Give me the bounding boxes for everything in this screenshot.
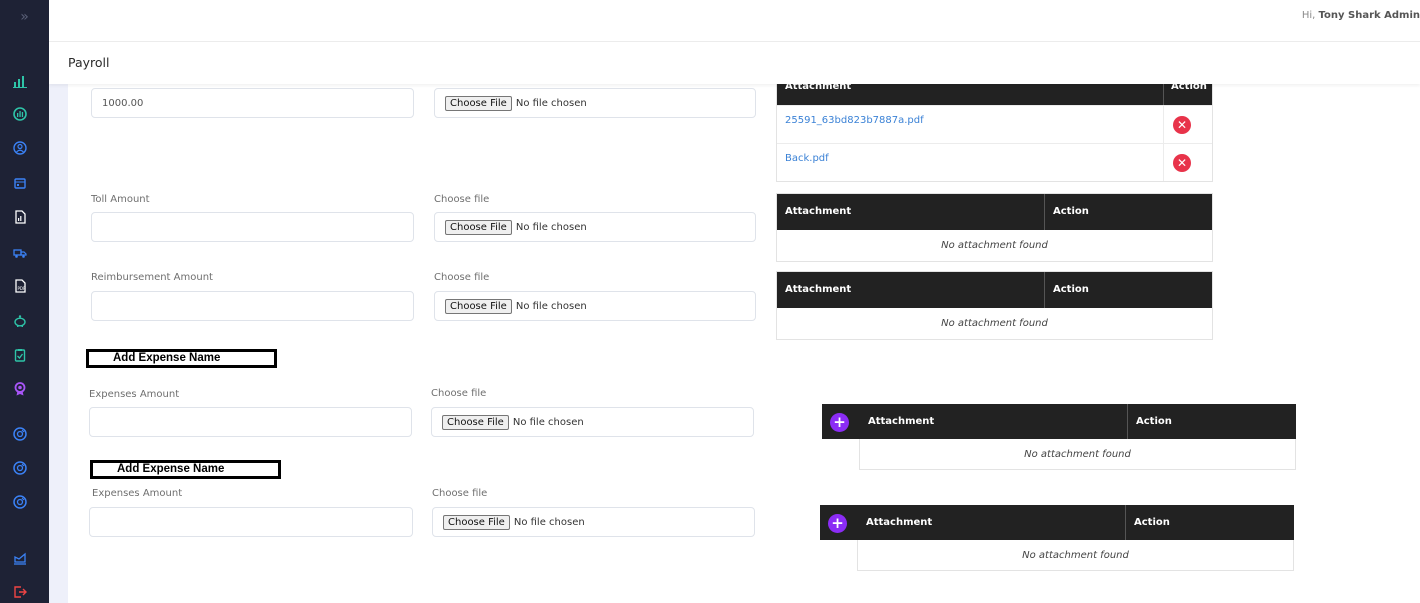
- no-file-text: No file chosen: [513, 516, 585, 528]
- choose-file-button[interactable]: Choose File: [442, 414, 509, 430]
- content-gutter: [49, 84, 68, 603]
- truck-icon[interactable]: [12, 244, 28, 260]
- expenses-amount-label: Expenses Amount: [89, 389, 180, 400]
- attachment-header: Attachment: [866, 517, 933, 528]
- reimbursement-amount-label: Reimbursement Amount: [91, 272, 213, 283]
- reimbursement-file-picker[interactable]: Choose File No file chosen: [434, 291, 756, 321]
- expenses-amount-input[interactable]: [89, 507, 413, 537]
- sidebar: » PDF: [0, 0, 49, 603]
- dashboard-gauge-icon[interactable]: [12, 106, 28, 122]
- calendar-icon[interactable]: [12, 175, 28, 191]
- clipboard-check-icon[interactable]: [12, 347, 28, 363]
- delete-icon[interactable]: ✕: [1173, 154, 1191, 172]
- expense-attachment-table: + Attachment Action No attachment found: [820, 505, 1294, 571]
- expense-file-picker[interactable]: Choose File No file chosen: [432, 507, 755, 537]
- choose-file-label: Choose file: [432, 488, 488, 499]
- no-file-text: No file chosen: [515, 221, 587, 233]
- empty-message: No attachment found: [941, 240, 1048, 251]
- add-attachment-button[interactable]: +: [830, 413, 849, 432]
- choose-file-button[interactable]: Choose File: [445, 95, 512, 111]
- bar-chart-icon[interactable]: [12, 73, 28, 89]
- analytics-icon[interactable]: [12, 550, 28, 566]
- choose-file-button[interactable]: Choose File: [445, 298, 512, 314]
- choose-file-button[interactable]: Choose File: [443, 514, 510, 530]
- table-header: Attachment Action: [777, 194, 1212, 230]
- add-expense-name-field[interactable]: Add Expense Name: [86, 349, 277, 368]
- attachment-table: Attachment Action No attachment found: [776, 193, 1213, 262]
- attachment-link[interactable]: Back.pdf: [785, 153, 829, 164]
- report-document-icon[interactable]: [12, 209, 28, 225]
- choose-file-label: Choose file: [431, 388, 487, 399]
- add-expense-name-field[interactable]: Add Expense Name: [90, 460, 281, 479]
- attachment-link[interactable]: 25591_63bd823b7887a.pdf: [785, 115, 924, 126]
- action-header: Action: [1136, 416, 1172, 427]
- choose-file-label: Choose file: [434, 272, 490, 283]
- top-bar: Hi, Tony Shark Admin: [49, 0, 1420, 42]
- svg-text:PDF: PDF: [18, 286, 26, 291]
- expenses-amount-label: Expenses Amount: [92, 488, 183, 499]
- table-row: Back.pdf ✕: [777, 143, 1212, 181]
- expenses-amount-input[interactable]: [89, 407, 412, 437]
- empty-message: No attachment found: [859, 439, 1296, 470]
- greeting-prefix: Hi,: [1301, 10, 1316, 21]
- user-name: Tony Shark Admin: [1318, 10, 1420, 21]
- no-file-text: No file chosen: [512, 416, 584, 428]
- choose-file-button[interactable]: Choose File: [445, 219, 512, 235]
- disc-icon-2[interactable]: [12, 460, 28, 476]
- action-header: Action: [1134, 517, 1170, 528]
- toll-amount-input[interactable]: [91, 212, 414, 242]
- table-header: + Attachment Action: [822, 404, 1296, 439]
- no-file-text: No file chosen: [515, 97, 587, 109]
- action-header: Action: [1053, 284, 1089, 295]
- attachment-table: Attachment Action 25591_63bd823b7887a.pd…: [776, 68, 1213, 182]
- no-file-text: No file chosen: [515, 300, 587, 312]
- page-header: Payroll: [49, 42, 1420, 84]
- attachment-table: Attachment Action No attachment found: [776, 271, 1213, 340]
- choose-file-label: Choose file: [434, 194, 490, 205]
- attachment-header: Attachment: [785, 206, 852, 217]
- user-circle-icon[interactable]: [12, 140, 28, 156]
- reimbursement-amount-input[interactable]: [91, 291, 414, 321]
- disc-icon-3[interactable]: [12, 494, 28, 510]
- toll-file-picker[interactable]: Choose File No file chosen: [434, 212, 756, 242]
- empty-message: No attachment found: [941, 318, 1048, 329]
- expense-attachment-table: + Attachment Action No attachment found: [822, 404, 1296, 470]
- logout-icon[interactable]: [12, 584, 28, 600]
- attachment-header: Attachment: [868, 416, 935, 427]
- award-badge-icon[interactable]: [12, 381, 28, 397]
- delete-icon[interactable]: ✕: [1173, 116, 1191, 134]
- user-greeting[interactable]: Hi, Tony Shark Admin: [1302, 10, 1420, 21]
- table-header: + Attachment Action: [820, 505, 1294, 540]
- pdf-document-icon[interactable]: PDF: [12, 278, 28, 294]
- double-chevron-right-icon[interactable]: »: [0, 0, 49, 34]
- action-header: Action: [1053, 206, 1089, 217]
- table-header: Attachment Action: [777, 272, 1212, 308]
- empty-message: No attachment found: [857, 540, 1294, 571]
- page-title: Payroll: [68, 55, 110, 70]
- toll-amount-label: Toll Amount: [91, 194, 150, 205]
- amount-input[interactable]: [91, 88, 414, 118]
- expense-file-picker[interactable]: Choose File No file chosen: [431, 407, 754, 437]
- file-picker[interactable]: Choose File No file chosen: [434, 88, 756, 118]
- piggy-bank-icon[interactable]: [12, 313, 28, 329]
- attachment-header: Attachment: [785, 284, 852, 295]
- add-attachment-button[interactable]: +: [828, 514, 847, 533]
- table-row: 25591_63bd823b7887a.pdf ✕: [777, 105, 1212, 143]
- disc-icon-1[interactable]: [12, 426, 28, 442]
